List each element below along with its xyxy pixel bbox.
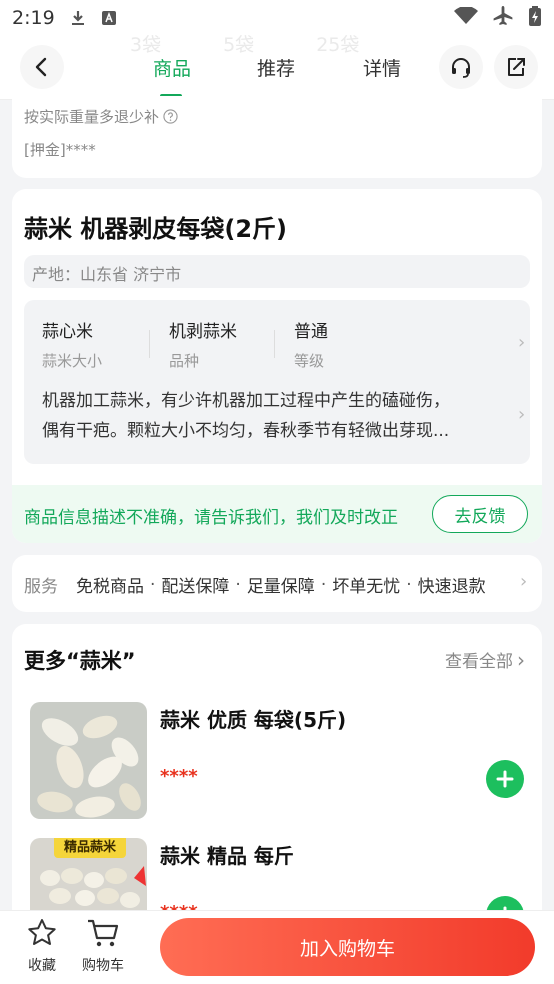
tab-label: 商品 bbox=[152, 58, 191, 80]
product-title: 蒜米 机器剥皮每袋(2斤) bbox=[24, 215, 287, 243]
more-products-card: 更多“蒜米” 查看全部 › 蒜米 优质 每袋(5斤) **** 精品蒜米 蒜米 … bbox=[12, 624, 542, 955]
spec-value: 蒜心米 bbox=[42, 322, 93, 342]
tab-details[interactable]: 详情 bbox=[352, 54, 412, 81]
favorite-label: 收藏 bbox=[28, 958, 56, 974]
description-line: 偶有干疤。颗粒大小不均匀，春秋季节有轻微出芽现... bbox=[42, 421, 450, 441]
status-time: 2:19 bbox=[12, 7, 55, 29]
star-icon bbox=[28, 919, 56, 945]
cart-icon bbox=[88, 919, 119, 947]
bottom-action-bar: 收藏 购物车 加入购物车 bbox=[0, 910, 554, 984]
nav-bar: 3袋 5袋 25袋 商品 推荐 详情 bbox=[0, 34, 554, 100]
plus-icon bbox=[496, 770, 514, 788]
font-icon bbox=[101, 10, 117, 26]
chevron-left-icon bbox=[35, 57, 47, 77]
share-button[interactable] bbox=[494, 45, 538, 89]
help-icon[interactable] bbox=[163, 109, 178, 124]
spec-label: 品种 bbox=[169, 352, 200, 370]
deposit-text: [押金]**** bbox=[24, 141, 96, 159]
spec-label: 蒜米大小 bbox=[42, 352, 103, 370]
service-item: 快速退款 bbox=[417, 577, 486, 597]
spec-label: 等级 bbox=[294, 352, 325, 370]
separator-dot: · bbox=[406, 574, 412, 595]
separator-dot: · bbox=[235, 574, 241, 595]
tab-label: 推荐 bbox=[256, 58, 295, 80]
service-row: 服务 免税商品 · 配送保障 · 足量保障 · 坏单无忧 · 快速退款 bbox=[24, 572, 486, 598]
wifi-icon bbox=[454, 6, 478, 29]
spec-value: 普通 bbox=[294, 322, 328, 342]
product-price: **** bbox=[160, 766, 198, 787]
price-note-card: 按实际重量多退少补 [押金]**** bbox=[12, 96, 542, 178]
service-item: 坏单无忧 bbox=[332, 577, 401, 597]
spec-divider bbox=[274, 330, 275, 358]
origin-box: 产地：山东省 济宁市 bbox=[24, 255, 530, 288]
battery-icon bbox=[528, 5, 542, 31]
product-name: 蒜米 精品 每斤 bbox=[160, 844, 294, 868]
share-icon bbox=[508, 58, 525, 76]
separator-dot: · bbox=[320, 574, 327, 595]
tab-label: 详情 bbox=[362, 58, 401, 80]
cart-label: 购物车 bbox=[82, 958, 124, 974]
back-button[interactable] bbox=[20, 45, 64, 89]
faded-quantity: 25袋 bbox=[316, 34, 360, 56]
quality-badge: 精品蒜米 bbox=[54, 838, 126, 858]
weight-note-row: 按实际重量多退少补 bbox=[24, 106, 178, 127]
favorite-button[interactable]: 收藏 bbox=[20, 917, 64, 975]
description-line: 机器加工蒜米，有少许机器加工过程中产生的磕碰伤， bbox=[42, 391, 450, 411]
customer-service-button[interactable] bbox=[439, 45, 483, 89]
spec-value: 机剥蒜米 bbox=[169, 322, 237, 342]
chevron-right-icon: › bbox=[518, 404, 526, 425]
airplane-icon bbox=[492, 5, 514, 31]
spec-grade: 普通 等级 bbox=[294, 317, 328, 371]
service-item: 配送保障 bbox=[161, 577, 230, 597]
tab-recommend[interactable]: 推荐 bbox=[246, 54, 306, 81]
view-all-link[interactable]: 查看全部 › bbox=[445, 647, 525, 673]
add-to-cart-button[interactable]: 加入购物车 bbox=[160, 918, 535, 976]
feedback-banner: 商品信息描述不准确，请告诉我们，我们及时改正 去反馈 bbox=[12, 485, 542, 543]
faded-quantity: 3袋 bbox=[130, 34, 162, 56]
add-to-cart-small-button[interactable] bbox=[486, 760, 524, 798]
faded-quantity: 5袋 bbox=[223, 34, 255, 56]
download-icon bbox=[69, 9, 87, 27]
product-thumbnail bbox=[30, 702, 147, 819]
spec-divider bbox=[149, 330, 150, 358]
product-list-item[interactable]: 蒜米 优质 每袋(5斤) **** bbox=[12, 700, 542, 820]
service-label: 服务 bbox=[24, 577, 58, 597]
chevron-right-icon: › bbox=[517, 647, 525, 672]
headset-icon bbox=[452, 58, 470, 78]
origin-text: 产地：山东省 济宁市 bbox=[32, 265, 182, 284]
faded-quantity-row: 3袋 5袋 25袋 bbox=[130, 30, 359, 57]
view-all-label: 查看全部 bbox=[445, 652, 513, 672]
chevron-right-icon: › bbox=[518, 332, 526, 353]
product-name: 蒜米 优质 每袋(5斤) bbox=[160, 708, 347, 732]
weight-note: 按实际重量多退少补 bbox=[24, 108, 160, 126]
product-description: 机器加工蒜米，有少许机器加工过程中产生的磕碰伤， 偶有干疤。颗粒大小不均匀，春秋… bbox=[42, 386, 502, 446]
garlic-photo-icon bbox=[30, 702, 147, 819]
separator-dot: · bbox=[150, 574, 156, 595]
spec-size: 蒜心米 蒜米大小 bbox=[42, 317, 102, 371]
feedback-button[interactable]: 去反馈 bbox=[432, 495, 528, 533]
tab-goods[interactable]: 商品 bbox=[142, 54, 202, 81]
cart-button[interactable]: 购物车 bbox=[78, 917, 128, 975]
more-title: 更多“蒜米” bbox=[24, 649, 136, 673]
service-item: 足量保障 bbox=[246, 577, 315, 597]
spec-variety: 机剥蒜米 品种 bbox=[169, 317, 237, 371]
spec-box[interactable]: 蒜心米 蒜米大小 机剥蒜米 品种 普通 等级 › 机器加工蒜米，有少许机器加工过… bbox=[24, 300, 530, 464]
feedback-text: 商品信息描述不准确，请告诉我们，我们及时改正 bbox=[24, 508, 398, 528]
service-item: 免税商品 bbox=[76, 577, 144, 597]
service-card[interactable]: 服务 免税商品 · 配送保障 · 足量保障 · 坏单无忧 · 快速退款 › bbox=[12, 555, 542, 612]
chevron-right-icon: › bbox=[520, 571, 528, 592]
